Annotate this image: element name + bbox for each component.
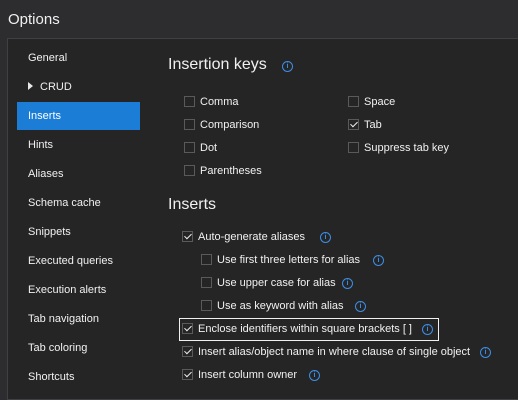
info-icon[interactable]: i bbox=[282, 61, 293, 72]
info-icon[interactable]: i bbox=[373, 255, 384, 266]
nav-item-label: Tab navigation bbox=[28, 313, 99, 325]
checkbox-box[interactable] bbox=[182, 369, 193, 380]
nav-item-label: Snippets bbox=[28, 226, 71, 238]
info-icon[interactable]: i bbox=[480, 347, 491, 358]
checkbox-box[interactable] bbox=[348, 119, 359, 130]
info-icon[interactable]: i bbox=[309, 370, 320, 381]
checkbox-label: Suppress tab key bbox=[364, 142, 449, 154]
checkbox-box[interactable] bbox=[201, 254, 212, 265]
checkbox-box[interactable] bbox=[184, 142, 195, 153]
nav-item-tab-navigation[interactable]: Tab navigation bbox=[17, 305, 140, 333]
nav-item-tab-coloring[interactable]: Tab coloring bbox=[17, 334, 140, 362]
nav-item-label: Schema cache bbox=[28, 197, 101, 209]
checkbox-label: Insert alias/object name in where clause… bbox=[198, 346, 471, 358]
checkbox-box[interactable] bbox=[348, 142, 359, 153]
nav-item-label: Inserts bbox=[28, 110, 62, 122]
inserts-heading: Inserts bbox=[168, 196, 217, 213]
checkbox-label: Comparison bbox=[200, 119, 260, 131]
checkbox-label: Parentheses bbox=[200, 165, 262, 177]
checkbox-box[interactable] bbox=[184, 96, 195, 107]
info-icon[interactable]: i bbox=[355, 301, 366, 312]
nav-item-label: Aliases bbox=[28, 168, 64, 180]
nav-item-schema-cache[interactable]: Schema cache bbox=[17, 189, 140, 217]
nav-item-label: CRUD bbox=[40, 81, 72, 93]
checkbox-label: Use as keyword with alias bbox=[217, 300, 344, 312]
nav-item-label: Execution alerts bbox=[28, 284, 107, 296]
nav-item-label: Tab coloring bbox=[28, 342, 88, 354]
nav-item-snippets[interactable]: Snippets bbox=[17, 218, 140, 246]
expand-arrow-icon[interactable] bbox=[28, 82, 33, 90]
checkbox-box[interactable] bbox=[201, 300, 212, 311]
inserts-settings-panel: Insertion keys i Comma Comparison Dot Pa… bbox=[149, 39, 518, 387]
info-icon[interactable]: i bbox=[320, 232, 331, 243]
nav-item-hints[interactable]: Hints bbox=[17, 131, 140, 159]
nav-item-aliases[interactable]: Aliases bbox=[17, 160, 140, 188]
checkbox-label: Enclose identifiers within square bracke… bbox=[198, 323, 412, 335]
checkbox-label: Auto-generate aliases bbox=[198, 231, 306, 243]
nav-item-label: Executed queries bbox=[28, 255, 113, 267]
nav-item-label: General bbox=[28, 52, 68, 64]
checkbox-box[interactable] bbox=[348, 96, 359, 107]
nav-item-crud[interactable]: CRUD bbox=[17, 73, 140, 101]
checkbox-label: Comma bbox=[200, 96, 239, 108]
checkbox-label: Use first three letters for alias bbox=[217, 254, 361, 266]
checkbox-label: Insert column owner bbox=[198, 369, 298, 381]
checkbox-box[interactable] bbox=[182, 346, 193, 357]
checkbox-label: Dot bbox=[200, 142, 218, 154]
checkbox-box[interactable] bbox=[184, 119, 195, 130]
nav-item-general[interactable]: General bbox=[17, 44, 140, 72]
checkbox-box[interactable] bbox=[182, 231, 193, 242]
checkbox-box[interactable] bbox=[201, 277, 212, 288]
nav-item-label: Shortcuts bbox=[28, 371, 75, 383]
info-icon[interactable]: i bbox=[342, 278, 353, 289]
info-icon[interactable]: i bbox=[422, 324, 433, 335]
nav-item-executed-queries[interactable]: Executed queries bbox=[17, 247, 140, 275]
title-bar: Options bbox=[0, 0, 518, 38]
checkbox-box[interactable] bbox=[182, 323, 193, 334]
nav-item-execution-alerts[interactable]: Execution alerts bbox=[17, 276, 140, 304]
insertion-keys-heading: Insertion keys bbox=[168, 56, 267, 73]
nav-item-label: Hints bbox=[28, 139, 54, 151]
nav-item-inserts[interactable]: Inserts bbox=[17, 102, 140, 130]
checkbox-label: Tab bbox=[364, 119, 382, 131]
checkbox-label: Use upper case for alias bbox=[217, 277, 336, 289]
checkbox-label: Space bbox=[364, 96, 396, 108]
options-navigation: General CRUD Inserts Hints Aliases Schem… bbox=[8, 39, 149, 387]
checkbox-box[interactable] bbox=[184, 165, 195, 176]
window-title: Options bbox=[8, 11, 60, 28]
